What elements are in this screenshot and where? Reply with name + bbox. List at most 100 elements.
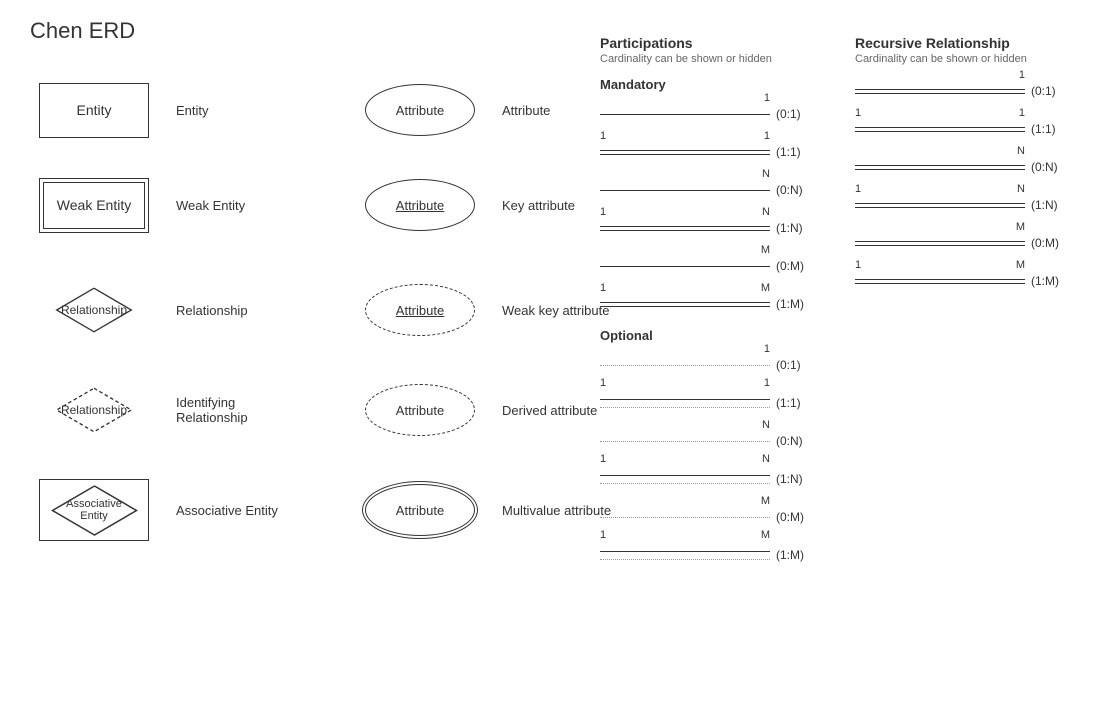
- participation-row-1-1: 1 1 (1:1): [600, 138, 850, 166]
- opt-left-num: 1: [600, 377, 606, 389]
- mandatory-heading: Mandatory: [600, 77, 850, 92]
- weak-key-attribute-ellipse: Attribute: [365, 284, 475, 336]
- opt-cardinality-1-m: (1:M): [776, 548, 821, 562]
- entity-shape: Entity: [20, 83, 168, 138]
- key-attribute-label: Attribute: [396, 198, 444, 213]
- opt-cardinality-1-1: (1:1): [776, 396, 821, 410]
- opt-left-num: 1: [600, 453, 606, 465]
- identifying-relationship-diamond: Relationship: [54, 385, 134, 435]
- entity-box: Entity: [39, 83, 149, 138]
- p-right-num: N: [762, 206, 770, 218]
- relationship-desc: Relationship: [176, 303, 306, 318]
- opt-participation-row-1-1: 1 1 (1:1): [600, 389, 850, 417]
- p-left-num: 1: [600, 130, 606, 142]
- associative-entity-box: AssociativeEntity: [39, 479, 149, 541]
- rec-row-0-m: M (0:M): [855, 229, 1110, 257]
- attribute-ellipse: Attribute: [365, 84, 475, 136]
- opt-right-num: N: [762, 453, 770, 465]
- p-cardinality-0-n: (0:N): [776, 183, 821, 197]
- rec-row-0-1: 1 (0:1): [855, 77, 1110, 105]
- participations-subtitle: Cardinality can be shown or hidden: [600, 53, 850, 65]
- opt-participation-row-0-1: 1 (0:1): [600, 351, 850, 379]
- rec-right-num: N: [1017, 145, 1025, 157]
- derived-attribute-ellipse: Attribute: [365, 384, 475, 436]
- p-cardinality-0-1: (0:1): [776, 107, 821, 121]
- participation-row-1-n: 1 N (1:N): [600, 214, 850, 242]
- rec-cardinality-0-n: (0:N): [1031, 160, 1076, 174]
- weak-key-attribute-shape: Attribute: [346, 284, 494, 336]
- rec-row-1-n: 1 N (1:N): [855, 191, 1110, 219]
- p-right-num: N: [762, 168, 770, 180]
- weak-key-attribute-label: Attribute: [396, 303, 444, 318]
- opt-cardinality-0-n: (0:N): [776, 434, 821, 448]
- associative-entity-shape: AssociativeEntity: [20, 479, 168, 541]
- p-cardinality-0-m: (0:M): [776, 259, 821, 273]
- p-cardinality-1-n: (1:N): [776, 221, 821, 235]
- rec-left-num: 1: [855, 107, 861, 119]
- rec-row-0-n: N (0:N): [855, 153, 1110, 181]
- multivalue-attribute-shape: Attribute: [346, 484, 494, 536]
- rec-right-num: N: [1017, 183, 1025, 195]
- opt-participation-row-0-n: N (0:N): [600, 427, 850, 455]
- identifying-relationship-label: Relationship: [61, 403, 127, 417]
- attribute-shape: Attribute: [346, 84, 494, 136]
- rec-cardinality-1-m: (1:M): [1031, 274, 1076, 288]
- entity-label: Entity: [76, 102, 111, 118]
- weak-entity-label: Weak Entity: [57, 197, 131, 213]
- opt-right-num: M: [761, 495, 770, 507]
- p-right-num: 1: [764, 92, 770, 104]
- p-right-num: M: [761, 282, 770, 294]
- opt-participation-row-1-n: 1 N (1:N): [600, 465, 850, 493]
- opt-right-num: 1: [764, 377, 770, 389]
- associative-entity-inner-diamond: AssociativeEntity: [47, 483, 142, 538]
- opt-cardinality-0-m: (0:M): [776, 510, 821, 524]
- entity-desc: Entity: [176, 103, 306, 118]
- rec-left-num: 1: [855, 259, 861, 271]
- rec-cardinality-1-n: (1:N): [1031, 198, 1076, 212]
- multivalue-attribute-ellipse: Attribute: [365, 484, 475, 536]
- derived-attribute-label: Attribute: [396, 403, 444, 418]
- key-attribute-ellipse: Attribute: [365, 179, 475, 231]
- rec-row-1-1: 1 1 (1:1): [855, 115, 1110, 143]
- participation-row-0-m: M (0:M): [600, 252, 850, 280]
- opt-right-num: M: [761, 529, 770, 541]
- key-attribute-shape: Attribute: [346, 179, 494, 231]
- relationship-diamond: Relationship: [54, 285, 134, 335]
- p-left-num: 1: [600, 282, 606, 294]
- p-left-num: 1: [600, 206, 606, 218]
- opt-participation-row-1-m: 1 M (1:M): [600, 541, 850, 569]
- attribute-label: Attribute: [396, 103, 444, 118]
- opt-left-num: 1: [600, 529, 606, 541]
- identifying-relationship-desc: Identifying Relationship: [176, 395, 306, 425]
- rec-cardinality-0-1: (0:1): [1031, 84, 1076, 98]
- rec-right-num: 1: [1019, 107, 1025, 119]
- p-right-num: M: [761, 244, 770, 256]
- rec-row-1-m: 1 M (1:M): [855, 267, 1110, 295]
- rec-left-num: 1: [855, 183, 861, 195]
- identifying-relationship-shape: Relationship: [20, 385, 168, 435]
- p-cardinality-1-m: (1:M): [776, 297, 821, 311]
- recursive-panel: Recursive Relationship Cardinality can b…: [855, 35, 1110, 305]
- recursive-subtitle: Cardinality can be shown or hidden: [855, 53, 1110, 65]
- multivalue-attribute-label: Attribute: [396, 503, 444, 518]
- associative-entity-label: AssociativeEntity: [66, 498, 122, 522]
- page-title: Chen ERD: [30, 18, 135, 44]
- opt-right-num: 1: [764, 343, 770, 355]
- opt-cardinality-1-n: (1:N): [776, 472, 821, 486]
- associative-entity-desc: Associative Entity: [176, 503, 306, 518]
- weak-entity-shape: Weak Entity: [20, 178, 168, 233]
- weak-entity-desc: Weak Entity: [176, 198, 306, 213]
- p-cardinality-1-1: (1:1): [776, 145, 821, 159]
- rec-right-num: M: [1016, 259, 1025, 271]
- opt-cardinality-0-1: (0:1): [776, 358, 821, 372]
- participation-row-1-m: 1 M (1:M): [600, 290, 850, 318]
- weak-entity-box: Weak Entity: [39, 178, 149, 233]
- rec-right-num: 1: [1019, 69, 1025, 81]
- recursive-title: Recursive Relationship: [855, 35, 1110, 51]
- participation-row-0-1: 1 (0:1): [600, 100, 850, 128]
- derived-attribute-shape: Attribute: [346, 384, 494, 436]
- rec-cardinality-0-m: (0:M): [1031, 236, 1076, 250]
- participations-title: Participations: [600, 35, 850, 51]
- participations-panel: Participations Cardinality can be shown …: [600, 35, 850, 579]
- opt-right-num: N: [762, 419, 770, 431]
